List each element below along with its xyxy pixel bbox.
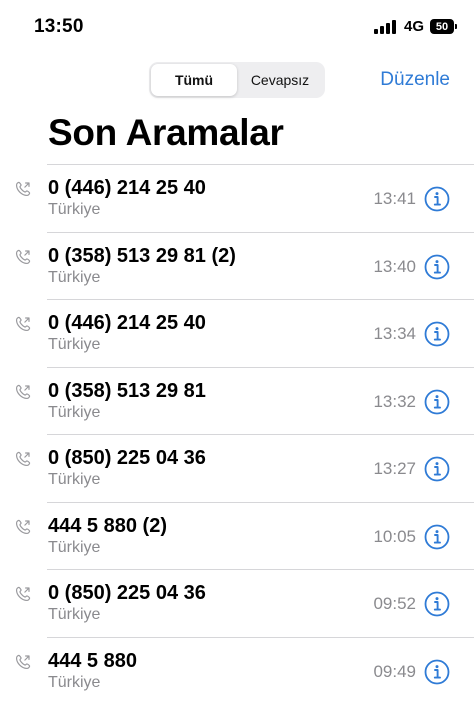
call-location: Türkiye (48, 538, 101, 556)
call-time: 13:41 (373, 189, 416, 208)
call-row[interactable]: 0 (358) 513 29 81 Türkiye 13:32 (0, 366, 474, 435)
info-circle-icon[interactable] (424, 456, 450, 482)
call-row[interactable]: 444 5 880 (2) Türkiye 10:05 (0, 501, 474, 570)
call-number: 444 5 880 (48, 649, 137, 672)
battery-level: 50 (435, 20, 449, 33)
outgoing-call-icon (15, 384, 31, 399)
call-time: 13:40 (373, 256, 416, 276)
info-circle-icon[interactable] (424, 254, 450, 280)
call-number: 0 (850) 225 04 36 (48, 582, 206, 604)
row-divider (47, 636, 474, 638)
outgoing-call-icon (15, 451, 31, 467)
status-bar: 13:50 4G 50 (0, 0, 474, 56)
edit-button[interactable]: Düzenle (380, 69, 450, 91)
call-time: 09:49 (373, 661, 416, 681)
call-number: 0 (358) 513 29 81 (2) (48, 244, 236, 267)
tab-all[interactable]: Tümü (151, 64, 237, 96)
call-time: 09:52 (373, 594, 416, 613)
row-divider (47, 299, 474, 300)
info-circle-icon[interactable] (424, 524, 450, 550)
outgoing-call-icon (15, 586, 31, 602)
call-location: Türkiye (48, 606, 101, 623)
outgoing-call-icon (15, 181, 31, 197)
call-location: Türkiye (48, 201, 101, 218)
cellular-signal-icon (373, 19, 396, 34)
call-location: Türkiye (48, 336, 101, 353)
call-number: 0 (446) 214 25 40 (48, 177, 206, 199)
call-number: 444 5 880 (2) (48, 514, 167, 537)
call-time: 10:05 (373, 526, 416, 546)
call-location: Türkiye (48, 673, 101, 691)
call-row[interactable]: 0 (850) 225 04 36 Türkiye 09:52 (0, 569, 474, 637)
call-location: Türkiye (48, 268, 101, 286)
call-number: 0 (446) 214 25 40 (48, 312, 206, 334)
call-row[interactable]: 0 (446) 214 25 40 Türkiye 13:34 (0, 299, 474, 367)
call-number: 0 (358) 513 29 81 (48, 379, 206, 402)
row-divider (47, 434, 474, 435)
call-number: 0 (850) 225 04 36 (48, 447, 206, 469)
info-circle-icon[interactable] (424, 321, 450, 347)
info-circle-icon[interactable] (424, 186, 450, 212)
row-divider (47, 569, 474, 570)
tab-missed[interactable]: Cevapsız (237, 64, 323, 96)
page-title: Son Aramalar (48, 112, 284, 153)
call-filter-segmented-control: Tümü Cevapsız (149, 62, 325, 98)
row-divider (47, 164, 474, 165)
call-row[interactable]: 0 (850) 225 04 36 Türkiye 13:27 (0, 434, 474, 502)
info-circle-icon[interactable] (424, 591, 450, 617)
row-divider (47, 231, 474, 233)
call-row[interactable]: 444 5 880 Türkiye 09:49 (0, 636, 474, 705)
outgoing-call-icon (15, 519, 31, 534)
outgoing-call-icon (15, 316, 31, 332)
status-time: 13:50 (34, 16, 84, 37)
call-time: 13:27 (373, 459, 416, 478)
network-type: 4G (403, 18, 424, 35)
recent-calls-list: 0 (446) 214 25 40 Türkiye 13:41 0 (358) … (0, 164, 474, 704)
outgoing-call-icon (15, 654, 31, 669)
call-location: Türkiye (48, 403, 101, 421)
info-circle-icon[interactable] (424, 389, 450, 415)
row-divider (47, 501, 474, 503)
call-row[interactable]: 0 (358) 513 29 81 (2) Türkiye 13:40 (0, 231, 474, 300)
call-location: Türkiye (48, 471, 101, 488)
battery-icon: 50 (430, 19, 457, 34)
info-circle-icon[interactable] (424, 659, 450, 685)
call-row[interactable]: 0 (446) 214 25 40 Türkiye 13:41 (0, 164, 474, 232)
status-indicators: 4G 50 (373, 18, 457, 35)
outgoing-call-icon (15, 249, 31, 264)
call-time: 13:32 (373, 391, 416, 411)
row-divider (47, 366, 474, 368)
call-time: 13:34 (373, 324, 416, 343)
